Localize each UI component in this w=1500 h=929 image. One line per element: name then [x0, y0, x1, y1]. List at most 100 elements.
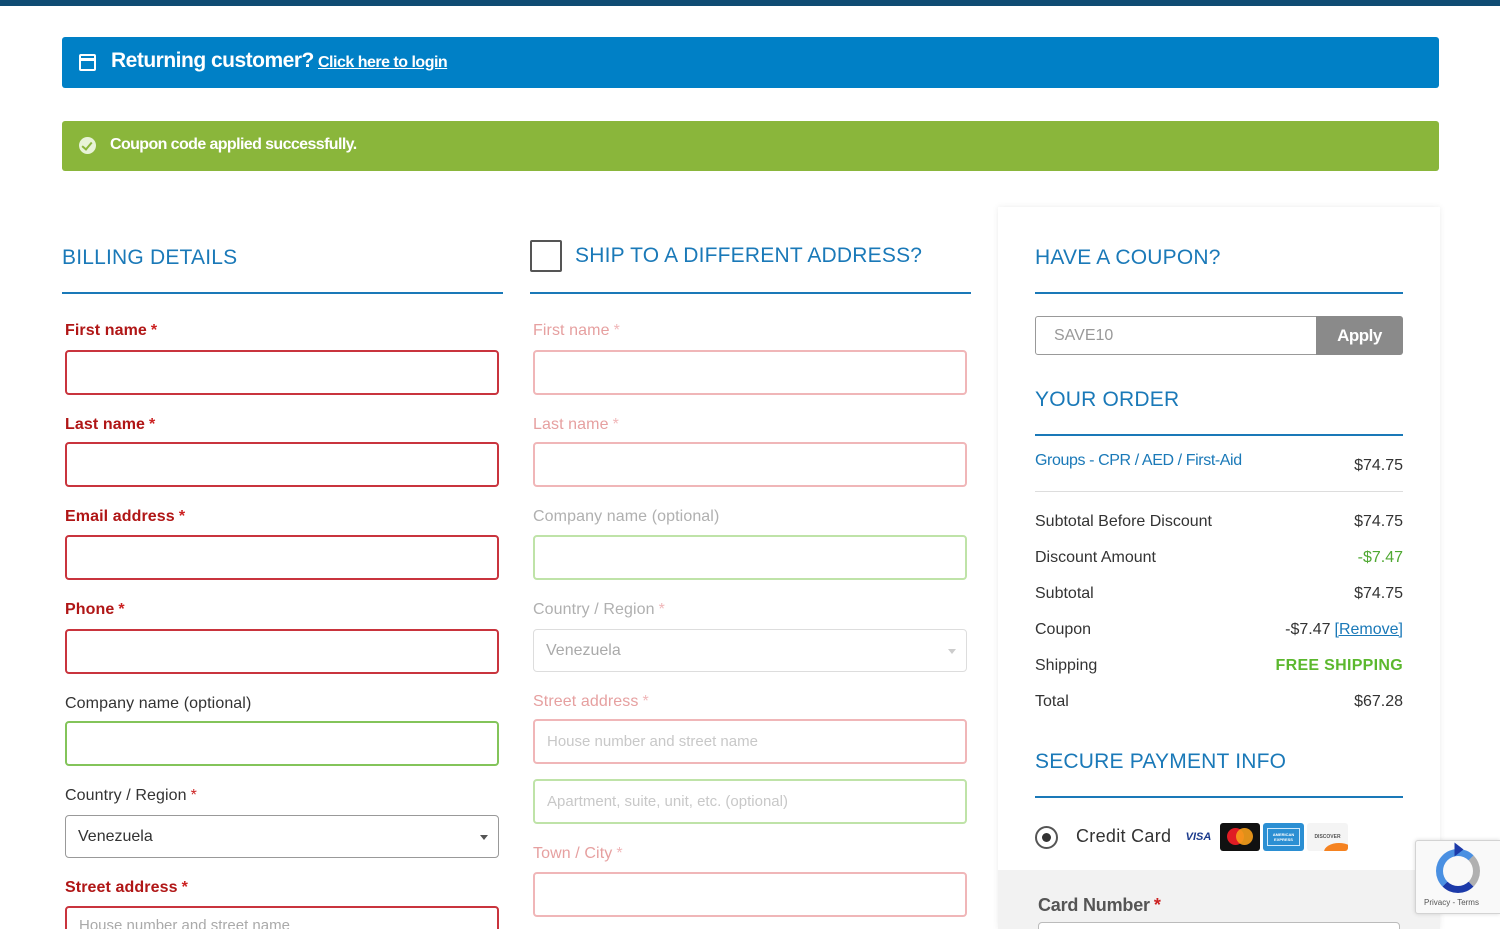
billing-last-name-label: Last name *: [65, 416, 155, 434]
recaptcha-terms-link[interactable]: Privacy - Terms: [1424, 898, 1479, 907]
recaptcha-badge[interactable]: Privacy - Terms: [1415, 840, 1500, 914]
payment-title: SECURE PAYMENT INFO: [1035, 750, 1287, 773]
shipping-city-input[interactable]: [533, 872, 967, 917]
row-value: -$7.47: [1357, 549, 1403, 566]
shipping-first-name-label: First name *: [533, 322, 620, 340]
required-mark: *: [118, 601, 125, 618]
card-number-label: Card Number *: [1038, 895, 1161, 916]
coupon-title: HAVE A COUPON?: [1035, 246, 1221, 269]
row-label: Shipping: [1035, 657, 1098, 674]
apply-coupon-button[interactable]: Apply: [1316, 316, 1403, 355]
shipping-first-name-label-text: First name: [533, 322, 610, 339]
billing-company-label: Company name (optional): [65, 695, 251, 713]
required-mark: *: [190, 787, 197, 804]
subtotal-row: Subtotal $74.75: [1035, 585, 1403, 609]
required-mark: *: [612, 416, 619, 433]
shipping-company-input[interactable]: [533, 535, 967, 580]
visa-logo-icon: VISA: [1180, 823, 1217, 851]
order-item-row: Groups - CPR / AED / First-Aid $74.75: [1035, 452, 1403, 476]
coupon-success-notice: Coupon code applied successfully.: [62, 121, 1439, 171]
card-number-input[interactable]: [1038, 922, 1400, 929]
login-link[interactable]: Click here to login: [318, 54, 448, 72]
row-label: Coupon: [1035, 621, 1092, 638]
mastercard-logo-icon: [1220, 823, 1260, 851]
required-mark: *: [658, 601, 665, 618]
row-label: Discount Amount: [1035, 549, 1156, 566]
discover-logo-text: DISCOVER: [1314, 834, 1341, 840]
shipping-street-label-text: Street address: [533, 693, 639, 710]
shipping-last-name-label-text: Last name: [533, 416, 609, 433]
returning-customer-notice: Returning customer? Click here to login: [62, 37, 1439, 88]
amex-logo-icon: AMERICAN EXPRESS: [1263, 823, 1304, 851]
required-mark: *: [150, 322, 158, 339]
row-label: Total: [1035, 693, 1069, 710]
billing-country-value: Venezuela: [78, 827, 153, 845]
order-item-name[interactable]: Groups - CPR / AED / First-Aid: [1035, 452, 1242, 470]
visa-logo-text: VISA: [1185, 831, 1212, 843]
shipping-country-label-text: Country / Region: [533, 601, 655, 618]
discover-logo-icon: DISCOVER: [1307, 823, 1348, 851]
required-mark: *: [178, 508, 186, 525]
row-value: -$7.47: [1285, 621, 1331, 638]
shipping-street-input[interactable]: House number and street name: [533, 719, 967, 764]
shipping-company-label-text: Company name (optional): [533, 508, 720, 525]
returning-customer-title: Returning customer?: [111, 49, 314, 72]
row-label: Subtotal: [1035, 585, 1094, 602]
billing-street-input[interactable]: House number and street name: [65, 906, 499, 929]
billing-street-label: Street address *: [65, 879, 188, 897]
billing-phone-label-text: Phone: [65, 601, 115, 618]
billing-email-label: Email address *: [65, 508, 185, 526]
billing-first-name-label: First name *: [65, 322, 157, 340]
chevron-down-icon: [948, 648, 956, 654]
subtotal-before-discount-row: Subtotal Before Discount $74.75: [1035, 513, 1403, 537]
billing-last-name-input[interactable]: [65, 442, 499, 487]
billing-email-label-text: Email address: [65, 508, 175, 525]
shipping-company-label: Company name (optional): [533, 508, 719, 526]
order-title-rule: [1035, 434, 1403, 436]
shipping-first-name-input[interactable]: [533, 350, 967, 395]
billing-first-name-input[interactable]: [65, 350, 499, 395]
coupon-title-rule: [1035, 292, 1403, 294]
row-label: Subtotal Before Discount: [1035, 513, 1212, 530]
shipping-country-value: Venezuela: [546, 641, 621, 659]
billing-first-name-label-text: First name: [65, 322, 147, 339]
required-mark: *: [616, 845, 623, 862]
billing-email-input[interactable]: [65, 535, 499, 580]
billing-company-label-text: Company name (optional): [65, 695, 252, 712]
order-item-price: $74.75: [1354, 457, 1403, 474]
shipping-apartment-input[interactable]: Apartment, suite, unit, etc. (optional): [533, 779, 967, 824]
coupon-row: Coupon -$7.47 [Remove]: [1035, 621, 1403, 645]
billing-last-name-label-text: Last name: [65, 416, 146, 433]
recaptcha-arrow-icon: [1454, 842, 1464, 857]
coupon-code-value: SAVE10: [1054, 326, 1114, 344]
credit-card-radio[interactable]: [1035, 826, 1058, 849]
shipping-country-label: Country / Region *: [533, 601, 665, 619]
discount-amount-row: Discount Amount -$7.47: [1035, 549, 1403, 573]
row-value: $74.75: [1354, 585, 1403, 602]
window-icon: [79, 54, 96, 71]
required-mark: *: [149, 416, 156, 433]
billing-company-input[interactable]: [65, 721, 499, 766]
shipping-row: Shipping FREE SHIPPING: [1035, 657, 1403, 681]
credit-card-label[interactable]: Credit Card: [1076, 826, 1171, 847]
billing-street-placeholder: House number and street name: [79, 917, 290, 929]
coupon-code-input[interactable]: SAVE10: [1035, 316, 1317, 355]
shipping-last-name-label: Last name *: [533, 416, 619, 434]
shipping-title: SHIP TO A DIFFERENT ADDRESS?: [575, 244, 923, 267]
check-circle-icon: [79, 137, 96, 154]
shipping-last-name-input[interactable]: [533, 442, 967, 487]
billing-phone-input[interactable]: [65, 629, 499, 674]
ship-different-address-checkbox[interactable]: [530, 240, 562, 272]
row-value: $74.75: [1354, 513, 1403, 530]
shipping-title-rule: [530, 292, 971, 294]
shipping-city-label: Town / City *: [533, 845, 623, 863]
card-number-label-text: Card Number: [1038, 895, 1150, 915]
coupon-success-message: Coupon code applied successfully.: [110, 136, 357, 153]
remove-coupon-link[interactable]: [Remove]: [1335, 621, 1403, 638]
required-mark: *: [1153, 895, 1161, 915]
billing-country-select[interactable]: Venezuela: [65, 815, 499, 858]
required-mark: *: [181, 879, 188, 896]
chevron-down-icon: [480, 834, 488, 840]
shipping-country-select[interactable]: Venezuela: [533, 629, 967, 672]
billing-street-label-text: Street address: [65, 879, 178, 896]
